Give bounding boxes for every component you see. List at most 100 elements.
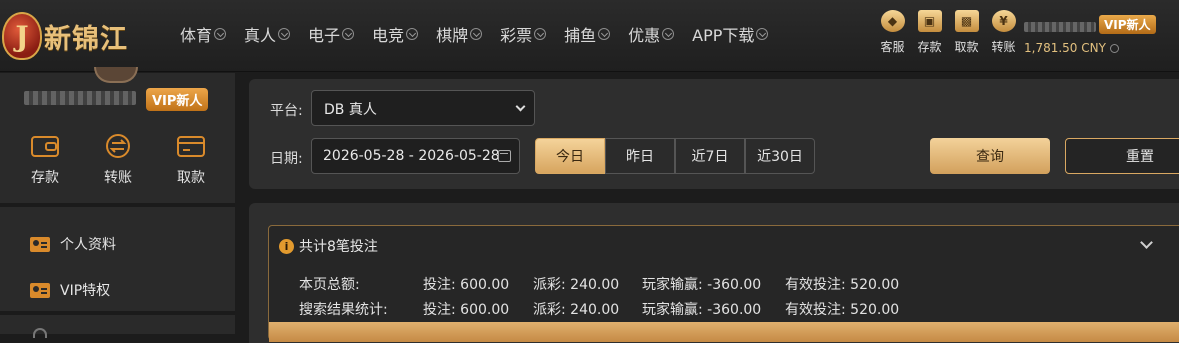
results-panel: i 共计8笔投注 本页总额: 投注: 600.00 派彩: 240.00 玩家输… (249, 203, 1179, 343)
customer-service-button[interactable]: ◆ 客服 (874, 10, 911, 55)
username-blurred (1024, 21, 1096, 32)
top-bar: J 新锦江 体育 真人 电子 电竞 棋牌 彩票 捕鱼 优惠 APP下载 ◆ 客服… (0, 0, 1179, 72)
query-button[interactable]: 查询 (930, 138, 1050, 174)
summary-valid-bet: 有效投注: 520.00 (785, 277, 900, 293)
summary-win-loss: 玩家输赢: -360.00 (642, 302, 762, 318)
reset-button[interactable]: 重置 (1065, 138, 1179, 174)
chevron-down-icon (406, 28, 419, 40)
transfer-button[interactable]: ¥ 转账 (985, 10, 1022, 55)
chevron-down-icon (342, 28, 355, 40)
nav-item-esports[interactable]: 电竞 (372, 22, 419, 46)
avatar[interactable] (94, 67, 138, 83)
sidebar-withdraw-button[interactable]: 取款 (164, 133, 218, 187)
summary-bet: 投注: 600.00 (423, 277, 510, 293)
summary-win-loss: 玩家输赢: -360.00 (642, 277, 762, 293)
nav-item-cards[interactable]: 棋牌 (436, 22, 483, 46)
transfer-icon (106, 134, 130, 158)
range-today-button[interactable]: 今日 (535, 138, 605, 174)
logo-emblem: J (2, 12, 42, 60)
platform-select[interactable]: DB 真人 (311, 90, 535, 126)
sidebar-action-label: 转账 (104, 170, 132, 186)
sidebar-username-blurred (24, 91, 136, 105)
chevron-down-icon (756, 28, 769, 40)
quick-action-label: 转账 (991, 40, 1016, 54)
table-header-strip (269, 322, 1179, 342)
transfer-icon: ¥ (991, 10, 1016, 32)
withdraw-button[interactable]: ▩ 取款 (948, 10, 985, 55)
sidebar-item-profile[interactable]: 个人资料 (30, 221, 116, 267)
filter-panel: 平台: DB 真人 日期: 2026-05-28 - 2026-05-28 今日… (249, 79, 1179, 189)
summary-title: 共计8笔投注 (299, 239, 378, 255)
nav-label: 电竞 (372, 26, 405, 45)
nav-item-promotions[interactable]: 优惠 (628, 22, 675, 46)
nav-label: 棋牌 (436, 26, 469, 45)
calendar-icon (498, 150, 511, 162)
summary-payout: 派彩: 240.00 (533, 277, 620, 293)
wallet-icon (31, 136, 59, 157)
date-range-value: 2026-05-28 - 2026-05-28 (323, 148, 500, 164)
summary-valid-bet: 有效投注: 520.00 (785, 302, 900, 318)
range-7days-button[interactable]: 近7日 (675, 138, 745, 174)
summary-row-label: 本页总额: (299, 277, 360, 293)
nav-label: 捕鱼 (564, 26, 597, 45)
nav-label: 彩票 (500, 26, 533, 45)
sidebar: VIP新人 存款 转账 取款 个人资料 VIP特权 (0, 67, 235, 338)
divider (0, 311, 235, 315)
vip-badge: VIP新人 (1099, 15, 1156, 34)
divider (0, 203, 235, 207)
summary-header[interactable]: i 共计8笔投注 (279, 236, 378, 256)
sidebar-item-label: VIP特权 (60, 283, 111, 299)
customer-service-icon: ◆ (880, 10, 905, 32)
nav-label: 真人 (244, 26, 277, 45)
wallet-icon: ▣ (917, 10, 942, 32)
sidebar-action-label: 取款 (177, 170, 205, 186)
sidebar-deposit-button[interactable]: 存款 (18, 133, 72, 187)
chevron-down-icon (662, 28, 675, 40)
card-icon (177, 136, 205, 157)
nav-label: 电子 (308, 26, 341, 45)
chevron-down-icon (214, 28, 227, 40)
nav-item-live[interactable]: 真人 (244, 22, 291, 46)
chevron-down-icon (598, 28, 611, 40)
nav-item-sports[interactable]: 体育 (180, 22, 227, 46)
sidebar-action-label: 存款 (31, 170, 59, 186)
brand-name: 新锦江 (44, 23, 128, 55)
nav-item-slots[interactable]: 电子 (308, 22, 355, 46)
date-range-input[interactable]: 2026-05-28 - 2026-05-28 (311, 138, 520, 174)
nav-item-fishing[interactable]: 捕鱼 (564, 22, 611, 46)
sidebar-menu: 个人资料 VIP特权 (30, 221, 116, 313)
range-yesterday-button[interactable]: 昨日 (605, 138, 675, 174)
nav-label: APP下载 (692, 26, 755, 45)
balance-display[interactable]: 1,781.50 CNY (1024, 41, 1174, 55)
nav-item-lottery[interactable]: 彩票 (500, 22, 547, 46)
sidebar-item-vip[interactable]: VIP特权 (30, 267, 116, 313)
chevron-down-icon (1109, 43, 1119, 53)
brand-logo[interactable]: J 新锦江 (2, 8, 152, 64)
nav-item-app-download[interactable]: APP下载 (692, 22, 769, 46)
sidebar-transfer-button[interactable]: 转账 (91, 133, 145, 187)
user-info: VIP新人 1,781.50 CNY (1024, 14, 1174, 55)
summary-payout: 派彩: 240.00 (533, 302, 620, 318)
chevron-down-icon[interactable] (1140, 236, 1153, 249)
main-nav: 体育 真人 电子 电竞 棋牌 彩票 捕鱼 优惠 APP下载 (180, 22, 786, 46)
deposit-button[interactable]: ▣ 存款 (911, 10, 948, 55)
quick-actions: ◆ 客服 ▣ 存款 ▩ 取款 ¥ 转账 (874, 10, 1022, 55)
summary-row-label: 搜索结果统计: (299, 302, 388, 318)
quick-action-label: 客服 (880, 40, 905, 54)
chevron-down-icon (470, 28, 483, 40)
summary-bet: 投注: 600.00 (423, 302, 510, 318)
chevron-down-icon (278, 28, 291, 40)
chevron-down-icon (534, 28, 547, 40)
sidebar-actions: 存款 转账 取款 (18, 133, 218, 187)
cash-icon: ▩ (954, 10, 979, 32)
nav-label: 体育 (180, 26, 213, 45)
quick-action-label: 取款 (954, 40, 979, 54)
platform-label: 平台: (270, 103, 303, 119)
sidebar-vip-badge: VIP新人 (146, 88, 209, 111)
vip-card-icon (30, 282, 50, 298)
range-30days-button[interactable]: 近30日 (745, 138, 815, 174)
balance-value: 1,781.50 CNY (1024, 41, 1106, 55)
chevron-down-icon (515, 101, 526, 112)
summary-panel: i 共计8笔投注 本页总额: 投注: 600.00 派彩: 240.00 玩家输… (268, 225, 1179, 342)
profile-card-icon (30, 236, 50, 252)
